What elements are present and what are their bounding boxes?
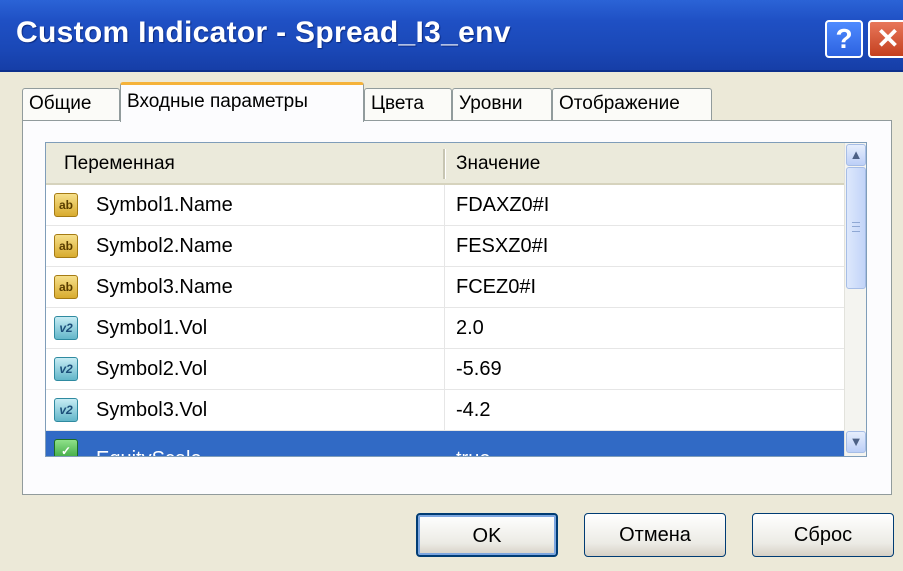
variable-value[interactable]: 2.0 bbox=[456, 308, 484, 348]
variable-name: Symbol1.Name bbox=[96, 194, 233, 216]
double-type-icon: v2 bbox=[54, 398, 78, 422]
reset-button[interactable]: Сброс bbox=[752, 513, 894, 557]
close-button[interactable]: ✕ bbox=[868, 20, 903, 58]
double-type-icon: v2 bbox=[54, 357, 78, 381]
cancel-button[interactable]: Отмена bbox=[584, 513, 726, 557]
scroll-down-icon[interactable]: ▼ bbox=[846, 431, 866, 453]
string-type-icon: ab bbox=[54, 275, 78, 299]
tab-general[interactable]: Общие bbox=[22, 88, 120, 120]
grip-icon bbox=[852, 222, 860, 232]
table-row[interactable]: v2 Symbol2.Vol -5.69 bbox=[46, 349, 844, 390]
variable-value[interactable]: -4.2 bbox=[456, 390, 490, 430]
window-title: Custom Indicator - Spread_I3_env bbox=[16, 16, 511, 49]
string-type-icon: ab bbox=[54, 234, 78, 258]
boolean-type-icon: ✓ bbox=[54, 439, 78, 456]
variable-name: Symbol3.Vol bbox=[96, 399, 208, 421]
double-type-icon: v2 bbox=[54, 316, 78, 340]
ok-button[interactable]: OK bbox=[416, 513, 558, 557]
variable-name: Symbol2.Vol bbox=[96, 358, 208, 380]
variable-value[interactable]: FCEZ0#I bbox=[456, 267, 536, 307]
tab-colors[interactable]: Цвета bbox=[364, 88, 452, 120]
table-row[interactable]: v2 Symbol3.Vol -4.2 bbox=[46, 390, 844, 431]
column-divider[interactable] bbox=[443, 149, 446, 179]
string-type-icon: ab bbox=[54, 193, 78, 217]
table-row[interactable]: v2 Symbol1.Vol 2.0 bbox=[46, 308, 844, 349]
tab-levels[interactable]: Уровни bbox=[452, 88, 552, 120]
dialog-window: Custom Indicator - Spread_I3_env ? ✕ Общ… bbox=[0, 0, 903, 571]
title-bar[interactable]: Custom Indicator - Spread_I3_env ? ✕ bbox=[0, 0, 903, 72]
column-header-value[interactable]: Значение bbox=[456, 143, 540, 183]
variable-value[interactable]: FESXZ0#I bbox=[456, 226, 548, 266]
variable-name: Symbol2.Name bbox=[96, 235, 233, 257]
vertical-scrollbar[interactable]: ▲ ▼ bbox=[844, 143, 866, 456]
scroll-up-icon[interactable]: ▲ bbox=[846, 144, 866, 166]
table-row[interactable]: ab Symbol2.Name FESXZ0#I bbox=[46, 226, 844, 267]
variable-value[interactable]: -5.69 bbox=[456, 349, 502, 389]
variable-name: Symbol3.Name bbox=[96, 276, 233, 298]
variable-name: Symbol1.Vol bbox=[96, 317, 208, 339]
scroll-thumb[interactable] bbox=[846, 167, 866, 289]
help-button[interactable]: ? bbox=[825, 20, 863, 58]
tab-input-parameters[interactable]: Входные параметры bbox=[120, 82, 364, 122]
column-header-variable[interactable]: Переменная bbox=[64, 143, 175, 183]
tab-visualization[interactable]: Отображение bbox=[552, 88, 712, 120]
table-row[interactable]: ab Symbol3.Name FCEZ0#I bbox=[46, 267, 844, 308]
list-header: Переменная Значение bbox=[46, 143, 844, 185]
table-row[interactable]: ab Symbol1.Name FDAXZ0#I bbox=[46, 185, 844, 226]
variable-name: EquityScale bbox=[96, 439, 202, 456]
variable-value[interactable]: true bbox=[456, 439, 490, 456]
table-row-selected[interactable]: ✓ EquityScale true bbox=[46, 431, 844, 456]
variable-value[interactable]: FDAXZ0#I bbox=[456, 185, 549, 225]
parameters-list[interactable]: Переменная Значение ab Symbol1.Name FDAX… bbox=[45, 142, 867, 457]
